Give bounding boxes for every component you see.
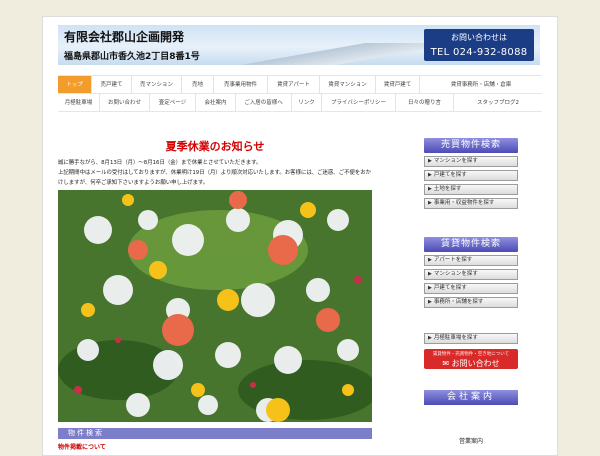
nav-item-daily-words[interactable]: 日々の贈り言 <box>396 94 454 112</box>
post-body: 誠に勝手ながら、8月13日（月）～8月16日（金）まで休業とさせていただきます。… <box>58 158 372 188</box>
nav-item-residents[interactable]: ご入居の皆様へ <box>236 94 292 112</box>
post-line-2: 上記期間中はメールの受付はしておりますが、休業明け19日（月）より順次対応いたし… <box>58 170 372 186</box>
company-info-header[interactable]: 会社案内 <box>424 390 518 405</box>
parking-button[interactable]: ▶ 月極駐車場を探す <box>424 333 518 344</box>
triangle-right-icon: ▶ <box>428 158 432 164</box>
nav-item-appraisal[interactable]: 査定ページ <box>150 94 196 112</box>
nav-item-rent-apartment[interactable]: 賃貸アパート <box>268 76 320 94</box>
property-search-bar: 物件検索 <box>58 428 372 439</box>
sale-business-button[interactable]: ▶ 事業用・収益物件を探す <box>424 198 518 209</box>
nav-item-rent-office[interactable]: 賃貸事務所・店舗・倉庫 <box>420 76 542 94</box>
inquiry-label: ✉ お問い合わせ <box>442 359 500 368</box>
flower-photo <box>58 190 372 422</box>
contact-label: お問い合わせは <box>451 33 507 42</box>
nav-item-parking[interactable]: 月極駐車場 <box>58 94 100 112</box>
nav-divider <box>58 111 542 112</box>
sale-mansion-button[interactable]: ▶ マンションを探す <box>424 156 518 167</box>
main-nav-row1: トップ 売戸建て 売マンション 売地 売事業用物件 賃貸アパート 賃貸マンション… <box>58 76 542 94</box>
sidebar-parking: ▶ 月極駐車場を探す <box>424 330 518 344</box>
mail-icon: ✉ <box>442 359 452 368</box>
triangle-right-icon: ▶ <box>428 285 432 291</box>
contact-banner[interactable]: お問い合わせは TEL 024-932-8088 <box>424 29 534 61</box>
nav-item-links[interactable]: リンク <box>292 94 322 112</box>
rent-office-button[interactable]: ▶ 事務所・店舗を探す <box>424 297 518 308</box>
company-name[interactable]: 有限会社郡山企画開発 <box>64 28 184 45</box>
nav-item-rent-mansion[interactable]: 賃貸マンション <box>320 76 376 94</box>
rent-search-header: 賃貸物件検索 <box>424 237 518 252</box>
post-line-1: 誠に勝手ながら、8月13日（月）～8月16日（金）まで休業とさせていただきます。 <box>58 160 262 166</box>
nav-item-inquiry[interactable]: お問い合わせ <box>100 94 150 112</box>
company-address: 福島県郡山市香久池2丁目8番1号 <box>64 52 200 62</box>
site-header: 有限会社郡山企画開発 福島県郡山市香久池2丁目8番1号 お問い合わせは TEL … <box>58 25 540 65</box>
triangle-right-icon: ▶ <box>428 200 432 206</box>
sale-house-button[interactable]: ▶ 戸建てを探す <box>424 170 518 181</box>
triangle-right-icon: ▶ <box>428 257 432 263</box>
sidebar-sale: 売買物件検索 ▶ マンションを探す ▶ 戸建てを探す ▶ 土地を探す ▶ 事業用・収益物… <box>424 138 518 209</box>
inquiry-caption: 賃貸物件・売買物件・空き地について <box>432 352 510 357</box>
post-title: 夏季休業のお知らせ <box>165 140 265 153</box>
triangle-right-icon: ▶ <box>428 271 432 277</box>
flower-photo-graphic <box>58 190 372 422</box>
triangle-right-icon: ▶ <box>428 335 432 341</box>
sidebar-rent: 賃貸物件検索 ▶ アパートを探す ▶ マンションを探す ▶ 戸建てを探す ▶ 事務所・店… <box>424 237 518 308</box>
nav-item-rent-house[interactable]: 賃貸戸建て <box>376 76 420 94</box>
main-nav-row2: 月極駐車場 お問い合わせ 査定ページ 会社案内 ご入居の皆様へ リンク プライバ… <box>58 94 542 112</box>
nav-item-company[interactable]: 会社案内 <box>196 94 236 112</box>
rent-house-button[interactable]: ▶ 戸建てを探す <box>424 283 518 294</box>
rent-apartment-button[interactable]: ▶ アパートを探す <box>424 255 518 266</box>
nav-item-staff-blog[interactable]: スタッフブログ2 <box>454 94 542 112</box>
main-content: 夏季休業のお知らせ 誠に勝手ながら、8月13日（月）～8月16日（金）まで休業と… <box>58 138 372 188</box>
nav-item-sale-mansion[interactable]: 売マンション <box>132 76 182 94</box>
triangle-right-icon: ▶ <box>428 172 432 178</box>
inquiry-button[interactable]: 賃貸物件・売買物件・空き地について ✉ お問い合わせ <box>424 349 518 369</box>
triangle-right-icon: ▶ <box>428 299 432 305</box>
rent-mansion-button[interactable]: ▶ マンションを探す <box>424 269 518 280</box>
nav-item-sale-land[interactable]: 売地 <box>182 76 214 94</box>
sale-search-header: 売買物件検索 <box>424 138 518 153</box>
triangle-right-icon: ▶ <box>428 186 432 192</box>
mountain-graphic <box>238 43 428 65</box>
company-caption: 営業案内 <box>458 438 483 445</box>
nav-item-sale-business[interactable]: 売事業用物件 <box>214 76 268 94</box>
contact-phone: TEL 024-932-8088 <box>430 47 528 58</box>
sale-land-button[interactable]: ▶ 土地を探す <box>424 184 518 195</box>
nav-item-sale-house[interactable]: 売戸建て <box>92 76 132 94</box>
nav-item-privacy[interactable]: プライバシーポリシー <box>322 94 396 112</box>
nav-item-top[interactable]: トップ <box>58 76 92 94</box>
